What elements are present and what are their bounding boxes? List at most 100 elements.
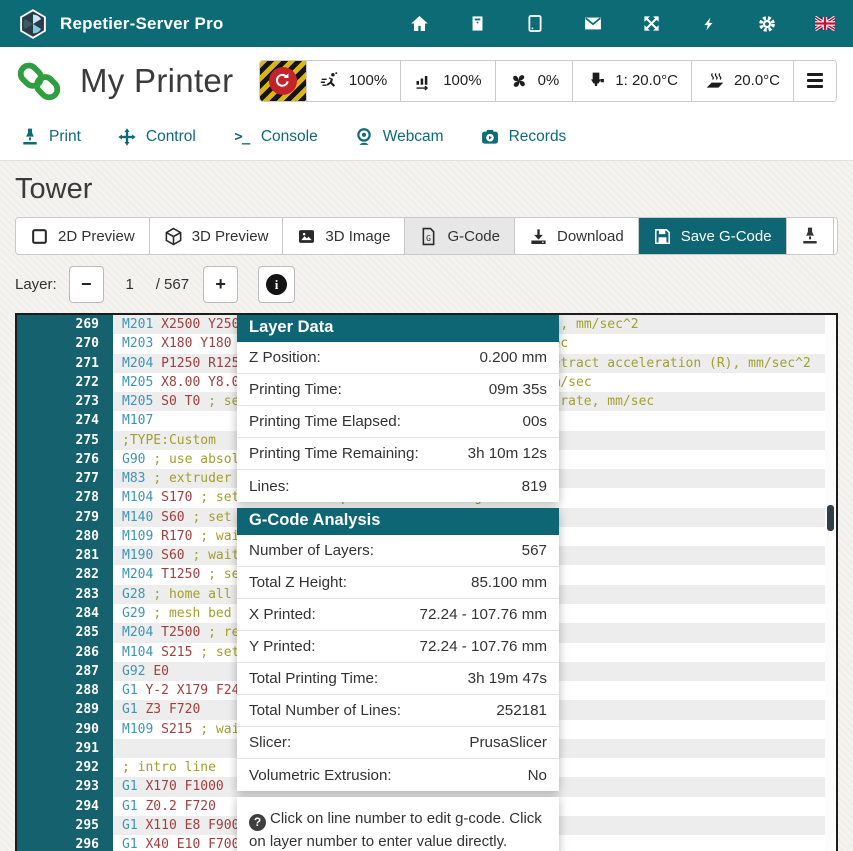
line-number[interactable]: 280 xyxy=(17,527,113,546)
button-label: 3D Image xyxy=(325,228,390,245)
status-value: 0% xyxy=(538,72,560,89)
speed-icon xyxy=(320,71,340,91)
tab-control[interactable]: Control xyxy=(117,127,196,147)
expand-arrows-icon[interactable] xyxy=(641,14,661,34)
download-button[interactable]: Download xyxy=(515,218,639,254)
control-icon xyxy=(117,127,137,147)
popup-row-value: 72.24 - 107.76 mm xyxy=(420,638,547,655)
tab-webcam[interactable]: Webcam xyxy=(354,127,444,147)
tab-print[interactable]: Print xyxy=(20,127,81,147)
popup-row-label: Total Number of Lines: xyxy=(249,702,401,719)
line-number[interactable]: 272 xyxy=(17,373,113,392)
g-code-button[interactable]: GG-Code xyxy=(405,218,515,254)
popup-row: Z Position:0.200 mm xyxy=(237,342,559,374)
status-bed[interactable]: 20.0°C xyxy=(691,61,793,101)
line-number[interactable]: 291 xyxy=(17,739,113,758)
layer-info-button[interactable]: i xyxy=(258,266,295,303)
popup-row-label: Z Position: xyxy=(249,349,321,366)
printer-title: My Printer xyxy=(80,62,233,100)
info-icon: i xyxy=(266,274,287,295)
layer-plus-button[interactable]: + xyxy=(203,266,238,303)
popup-row: Lines:819 xyxy=(237,470,559,502)
line-number[interactable]: 284 xyxy=(17,604,113,623)
layer-current-value[interactable]: 1 xyxy=(104,276,156,293)
status-fan[interactable]: 0% xyxy=(495,61,573,101)
line-number[interactable]: 288 xyxy=(17,681,113,700)
save-g-code-button[interactable]: Save G-Code xyxy=(639,218,787,254)
line-number[interactable]: 285 xyxy=(17,623,113,642)
cube-icon xyxy=(164,227,183,246)
gcode-scrollbar[interactable] xyxy=(825,315,836,851)
line-number[interactable]: 296 xyxy=(17,835,113,851)
layer-minus-button[interactable]: − xyxy=(69,266,104,303)
popup-row-value: PrusaSlicer xyxy=(469,734,547,751)
tablet-icon[interactable] xyxy=(525,14,545,34)
popup-footer: ?Click on line number to edit g-code. Cl… xyxy=(237,797,559,851)
button-label: 3D Preview xyxy=(192,228,269,245)
navbar-icons xyxy=(409,14,835,34)
tab-label: Records xyxy=(509,128,567,146)
line-number[interactable]: 270 xyxy=(17,334,113,353)
layer-info-popup: Layer DataZ Position:0.200 mmPrinting Ti… xyxy=(237,315,559,851)
button-label: Download xyxy=(557,228,624,245)
fan-icon xyxy=(509,71,529,91)
brand-title: Repetier-Server Pro xyxy=(60,14,223,34)
emergency-stop-icon xyxy=(269,67,297,95)
tab-records[interactable]: Records xyxy=(480,127,567,147)
status-speed[interactable]: 100% xyxy=(306,61,400,101)
line-number[interactable]: 276 xyxy=(17,450,113,469)
repetier-logo-icon xyxy=(18,9,48,39)
line-number[interactable]: 289 xyxy=(17,700,113,719)
line-number[interactable]: 290 xyxy=(17,720,113,739)
popup-row-label: X Printed: xyxy=(249,606,316,623)
status-flow[interactable]: 100% xyxy=(400,61,494,101)
print-icon xyxy=(800,226,820,246)
tab-label: Webcam xyxy=(383,128,444,146)
popup-section-title: G-Code Analysis xyxy=(237,508,559,535)
line-number[interactable]: 278 xyxy=(17,488,113,507)
mail-icon[interactable] xyxy=(583,14,603,34)
line-number[interactable]: 287 xyxy=(17,662,113,681)
line-number[interactable]: 277 xyxy=(17,469,113,488)
2d-preview-button[interactable]: 2D Preview xyxy=(16,218,150,254)
line-number[interactable]: 282 xyxy=(17,565,113,584)
line-number[interactable]: 292 xyxy=(17,758,113,777)
gear-icon[interactable] xyxy=(757,14,777,34)
line-number[interactable]: 283 xyxy=(17,585,113,604)
brand[interactable]: Repetier-Server Pro xyxy=(18,9,223,39)
popup-row-value: 00s xyxy=(523,413,548,430)
home-icon[interactable] xyxy=(409,14,429,34)
bolt-icon[interactable] xyxy=(699,14,719,34)
layer-bar: Layer: − 1 / 567 + i xyxy=(15,266,838,303)
status-value: 100% xyxy=(349,72,387,89)
scrollbar-thumb[interactable] xyxy=(827,505,834,531)
line-number[interactable]: 269 xyxy=(17,315,113,334)
svg-text:G: G xyxy=(427,233,432,242)
tab-label: Control xyxy=(146,128,196,146)
line-number[interactable]: 273 xyxy=(17,392,113,411)
line-number[interactable]: 281 xyxy=(17,546,113,565)
3d-image-button[interactable]: 3D Image xyxy=(283,218,405,254)
printer-status-group: 100% 100% 0% 1: 20.0°C20.0°C xyxy=(259,60,837,102)
status-menu[interactable] xyxy=(793,61,836,101)
line-number[interactable]: 271 xyxy=(17,354,113,373)
extruder-icon xyxy=(586,71,606,91)
line-number[interactable]: 293 xyxy=(17,777,113,796)
line-number[interactable]: 274 xyxy=(17,411,113,430)
gcode-file-icon: G xyxy=(419,227,438,246)
printer-icon[interactable] xyxy=(467,14,487,34)
uk-flag-icon[interactable] xyxy=(815,14,835,34)
line-number[interactable]: 295 xyxy=(17,816,113,835)
print-button[interactable] xyxy=(787,218,834,254)
line-number[interactable]: 294 xyxy=(17,797,113,816)
status-emergency-stop[interactable] xyxy=(260,61,306,101)
line-number[interactable]: 286 xyxy=(17,643,113,662)
status-extruder[interactable]: 1: 20.0°C xyxy=(572,61,691,101)
popup-row: Volumetric Extrusion:No xyxy=(237,759,559,791)
line-number[interactable]: 275 xyxy=(17,431,113,450)
line-number[interactable]: 279 xyxy=(17,508,113,527)
3d-preview-button[interactable]: 3D Preview xyxy=(150,218,284,254)
tab-console[interactable]: >_Console xyxy=(232,127,318,147)
layers-run-button[interactable] xyxy=(834,218,838,254)
status-value: 100% xyxy=(443,72,481,89)
